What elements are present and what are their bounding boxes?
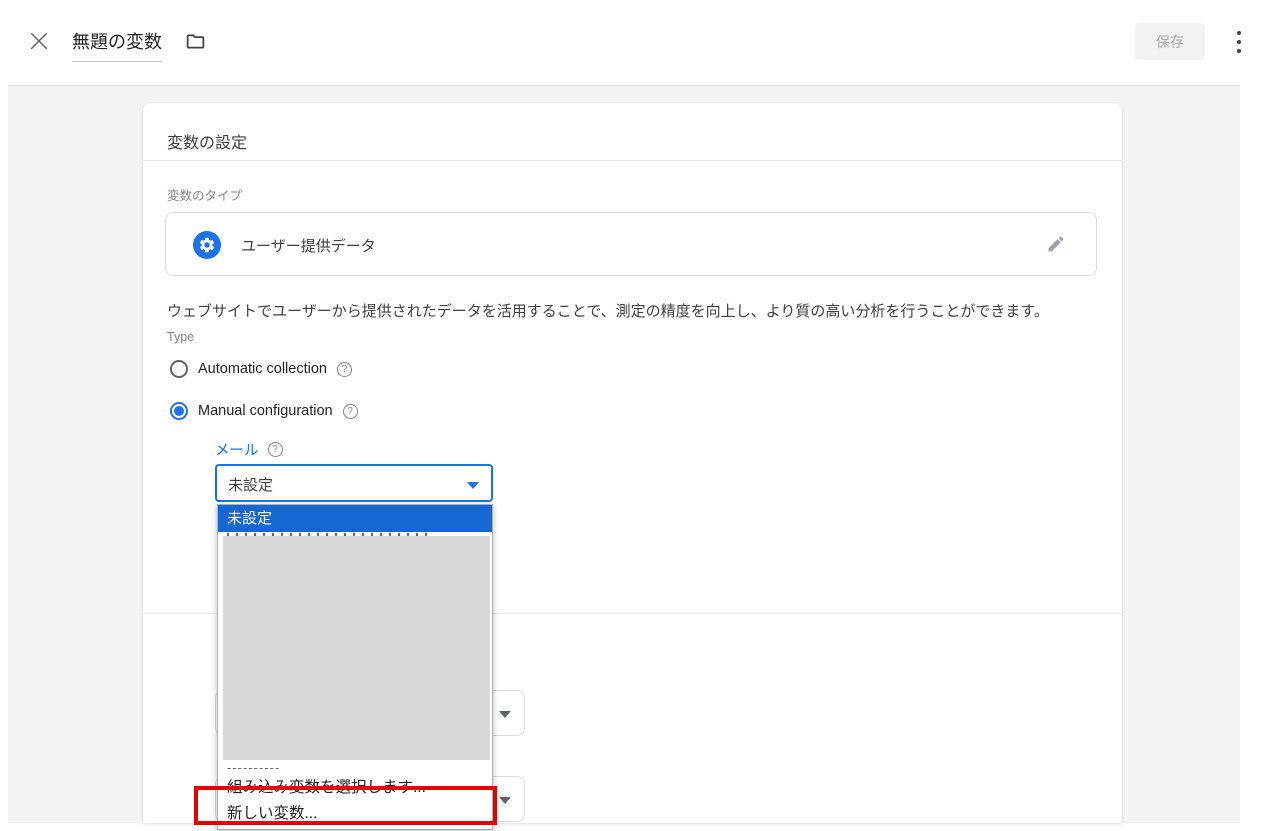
email-select-value: 未設定 [228,474,273,495]
variable-type-value: ユーザー提供データ [241,235,376,256]
help-icon[interactable]: ? [268,442,283,457]
radio-label: Manual configuration [198,403,333,419]
variable-title[interactable]: 無題の変数 [72,28,162,62]
dropdown-option-builtin-variable[interactable]: 組み込み変数を選択します... [227,775,426,797]
dropdown-separator: ---------- [227,760,280,775]
radio-label: Automatic collection [198,361,327,377]
more-menu-icon[interactable] [1236,31,1242,53]
card-header-divider [143,160,1122,161]
radio-manual-configuration[interactable]: Manual configuration ? [170,402,358,420]
type-group-label: Type [167,330,194,344]
variable-type-box[interactable]: ユーザー提供データ [165,212,1097,276]
email-field-label-row: メール ? [215,439,283,460]
dropdown-option-not-set[interactable]: 未設定 [218,505,492,532]
chevron-down-icon [499,797,511,804]
chevron-down-icon [499,711,511,718]
email-dropdown-list: 未設定 ---------- 組み込み変数を選択します... 新しい変数... [217,504,493,830]
chevron-down-icon [467,482,479,489]
close-icon[interactable] [28,30,50,52]
redacted-options-block [223,536,490,760]
radio-automatic-collection[interactable]: Automatic collection ? [170,360,352,378]
radio-off-icon [170,360,188,378]
help-icon[interactable]: ? [337,362,352,377]
email-field-label: メール [215,439,259,460]
save-button[interactable]: 保存 [1135,23,1205,60]
gear-icon [193,231,221,259]
top-bar: 無題の変数 保存 [0,0,1263,85]
card-title: 変数の設定 [167,129,247,153]
dropdown-option-new-variable[interactable]: 新しい変数... [227,801,317,823]
help-icon[interactable]: ? [343,404,358,419]
variable-type-label: 変数のタイプ [167,185,242,204]
edit-icon[interactable] [1046,234,1066,254]
folder-icon[interactable] [185,31,206,52]
radio-on-icon [170,402,188,420]
type-description: ウェブサイトでユーザーから提供されたデータを活用することで、測定の精度を向上し、… [167,300,1049,321]
email-select[interactable]: 未設定 [215,464,493,502]
